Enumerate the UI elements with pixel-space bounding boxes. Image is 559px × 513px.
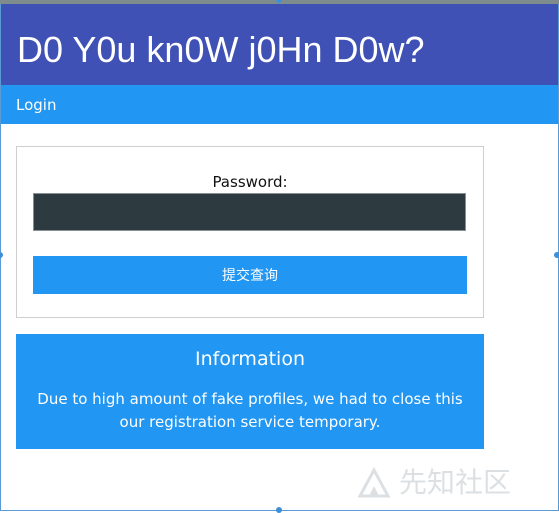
watermark-logo: 先知社区 [357,465,547,501]
watermark-text: 先知社区 [399,466,512,499]
site-header: D0 Y0u kn0W j0Hn D0w? [1,4,558,85]
site-title: D0 Y0u kn0W j0Hn D0w? [17,29,425,70]
password-input[interactable] [33,193,466,231]
resize-handle-bottom[interactable] [276,507,282,513]
password-label: Password: [212,173,288,191]
watermark-icon [357,466,391,498]
submit-button[interactable]: 提交查询 [33,256,467,294]
navbar: Login [1,85,558,124]
resize-handle-right[interactable] [554,252,559,258]
information-title: Information [195,348,305,370]
login-form: Password: 提交查询 [16,146,484,318]
information-message: Due to high amount of fake profiles, we … [37,390,463,431]
nav-login-link[interactable]: Login [16,95,56,115]
information-panel: Information Due to high amount of fake p… [16,334,484,449]
